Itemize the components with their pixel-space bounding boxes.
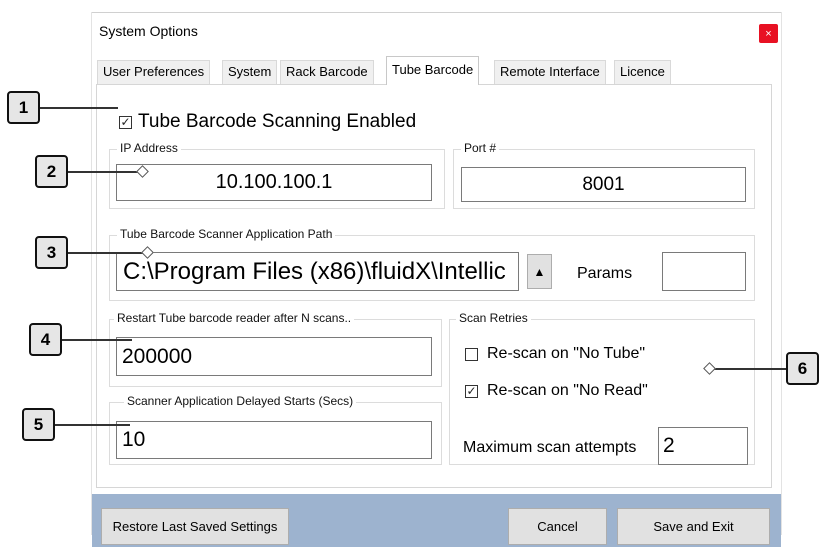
rescan-no-read-checkbox[interactable]: ✓	[465, 384, 478, 398]
scanning-enabled-row[interactable]: ✓ Tube Barcode Scanning Enabled	[119, 111, 416, 133]
tube-barcode-panel: ✓ Tube Barcode Scanning Enabled IP Addre…	[96, 84, 772, 488]
window-top-border	[92, 12, 781, 13]
save-and-exit-button[interactable]: Save and Exit	[617, 508, 770, 545]
app-path-group: Tube Barcode Scanner Application Path C:…	[109, 227, 755, 301]
system-options-dialog: System Options × User Preferences System…	[91, 12, 782, 547]
ip-address-input[interactable]: 10.100.100.1	[116, 164, 432, 201]
ip-address-legend: IP Address	[117, 141, 181, 155]
restore-settings-button[interactable]: Restore Last Saved Settings	[101, 508, 289, 545]
cancel-button[interactable]: Cancel	[508, 508, 607, 545]
callout-4-leader	[62, 339, 132, 341]
tab-tube-barcode[interactable]: Tube Barcode	[386, 56, 480, 85]
callout-2-leader	[68, 171, 143, 173]
callout-5: 5	[22, 408, 55, 441]
callout-6-leader	[712, 368, 786, 370]
callout-3-leader	[68, 252, 148, 254]
tab-licence[interactable]: Licence	[614, 60, 671, 84]
delayed-starts-legend: Scanner Application Delayed Starts (Secs…	[124, 394, 357, 408]
params-input[interactable]	[662, 252, 746, 291]
rescan-no-read-label: Re-scan on "No Read"	[487, 382, 648, 399]
port-input[interactable]: 8001	[461, 167, 746, 202]
scanning-enabled-label: Tube Barcode Scanning Enabled	[138, 111, 417, 132]
app-path-legend: Tube Barcode Scanner Application Path	[117, 227, 336, 241]
restart-legend: Restart Tube barcode reader after N scan…	[114, 311, 355, 325]
close-button[interactable]: ×	[759, 24, 778, 43]
callout-4: 4	[29, 323, 62, 356]
port-legend: Port #	[461, 141, 500, 155]
browse-button[interactable]: ▲	[527, 254, 552, 289]
callout-1: 1	[7, 91, 40, 124]
callout-2: 2	[35, 155, 68, 188]
max-attempts-label: Maximum scan attempts	[463, 439, 637, 456]
tab-rack-barcode[interactable]: Rack Barcode	[280, 60, 374, 84]
callout-6: 6	[786, 352, 819, 385]
ip-address-group: IP Address 10.100.100.1	[109, 141, 445, 209]
max-attempts-input[interactable]: 2	[658, 427, 748, 465]
restart-group: Restart Tube barcode reader after N scan…	[109, 311, 442, 387]
app-path-input[interactable]: C:\Program Files (x86)\fluidX\Intellic	[116, 252, 519, 291]
callout-5-leader	[55, 424, 130, 426]
scan-retries-legend: Scan Retries	[456, 311, 531, 325]
tab-user-preferences[interactable]: User Preferences	[97, 60, 211, 84]
dialog-footer: Restore Last Saved Settings Cancel Save …	[92, 494, 781, 547]
delayed-starts-input[interactable]: 10	[116, 421, 432, 459]
rescan-no-tube-row[interactable]: Re-scan on "No Tube"	[465, 345, 645, 363]
triangle-up-icon[interactable]: ▲	[534, 265, 546, 279]
rescan-no-tube-label: Re-scan on "No Tube"	[487, 345, 646, 362]
params-label: Params	[577, 265, 633, 282]
restart-scans-input[interactable]: 200000	[116, 337, 432, 376]
check-icon: ✓	[120, 115, 131, 129]
window-title: System Options	[99, 23, 198, 39]
tab-remote-interface[interactable]: Remote Interface	[494, 60, 606, 84]
scan-retries-group: Scan Retries Re-scan on "No Tube" ✓ Re-s…	[449, 311, 755, 465]
port-group: Port # 8001	[453, 141, 755, 209]
scanning-enabled-checkbox[interactable]: ✓	[119, 115, 132, 129]
check-icon: ✓	[466, 384, 477, 398]
callout-1-leader	[40, 107, 118, 109]
delayed-starts-group: Scanner Application Delayed Starts (Secs…	[109, 394, 442, 465]
rescan-no-read-row[interactable]: ✓ Re-scan on "No Read"	[465, 382, 648, 400]
close-icon[interactable]: ×	[765, 28, 771, 40]
rescan-no-tube-checkbox[interactable]	[465, 347, 478, 361]
tab-system[interactable]: System	[222, 60, 278, 84]
callout-3: 3	[35, 236, 68, 269]
